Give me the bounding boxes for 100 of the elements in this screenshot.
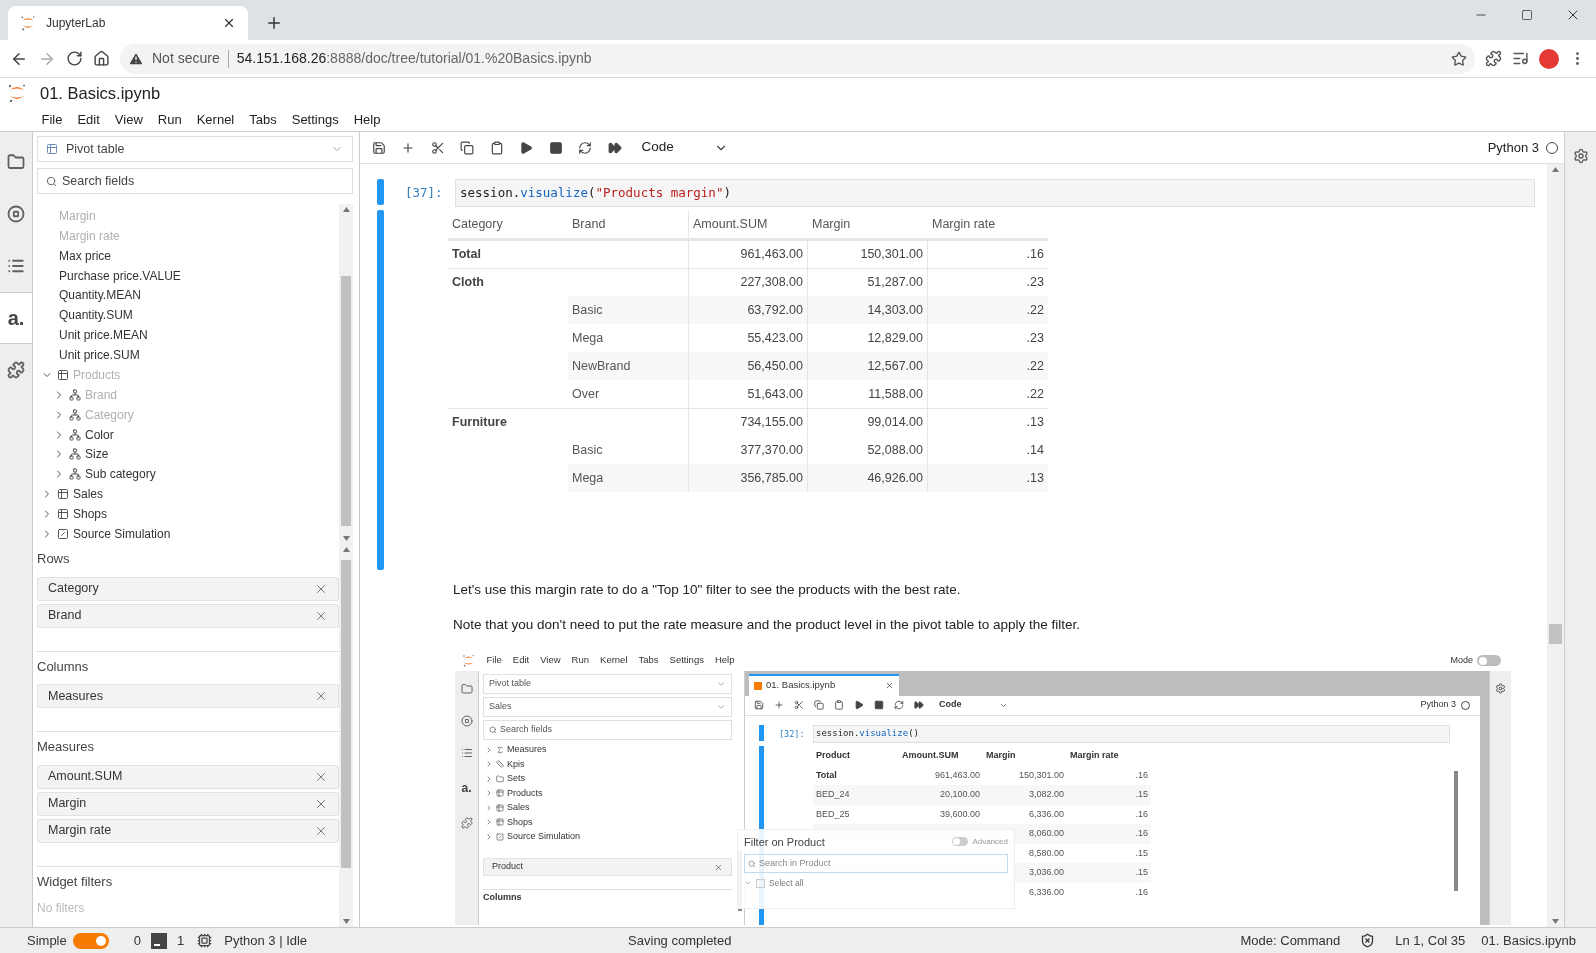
tree-item[interactable]: Measures — [507, 743, 547, 757]
notebook-tab[interactable]: 01. Basics.ipynb — [749, 673, 899, 696]
code-input[interactable]: session.visualize("Products margin") — [455, 179, 1535, 207]
scroll-up-icon[interactable] — [342, 207, 350, 212]
mode-toggle[interactable] — [1477, 655, 1501, 666]
chip-icon[interactable] — [197, 933, 213, 948]
code-input[interactable]: session.visualize() — [813, 724, 1450, 743]
menu-item[interactable]: Settings — [664, 653, 710, 668]
menu-item[interactable]: Help — [346, 109, 388, 130]
field-chip[interactable]: Measures — [37, 684, 339, 708]
cut-icon[interactable] — [794, 700, 804, 710]
cell-type-select[interactable]: Code — [939, 698, 999, 712]
tree-item[interactable]: Shops — [73, 505, 108, 524]
advanced-toggle[interactable] — [952, 837, 969, 847]
browser-tab[interactable]: JupyterLab — [8, 6, 248, 40]
restart-icon[interactable] — [578, 140, 593, 155]
run-icon[interactable] — [854, 700, 864, 710]
run-icon[interactable] — [519, 140, 534, 155]
simple-mode-toggle[interactable] — [72, 932, 109, 949]
cell-collapser-bar[interactable] — [377, 179, 384, 205]
tree-item[interactable]: Unit price.MEAN — [59, 326, 148, 345]
tree-item[interactable]: Unit price.SUM — [59, 346, 140, 365]
menu-item[interactable]: Kernel — [189, 109, 242, 130]
star-icon[interactable] — [1451, 50, 1467, 67]
field-chip[interactable]: Product — [483, 858, 732, 876]
field-chip[interactable]: Amount.SUM — [37, 764, 339, 789]
tree-item[interactable]: Sales — [507, 801, 530, 815]
checkbox[interactable] — [756, 878, 765, 888]
tree-item[interactable]: Sets — [507, 772, 525, 786]
search-field[interactable]: Search fields — [483, 719, 732, 740]
plus-icon[interactable] — [401, 140, 416, 155]
maximize-icon[interactable] — [1521, 9, 1533, 21]
scrollbar-thumb[interactable] — [1549, 624, 1562, 644]
menu-item[interactable]: Tabs — [633, 653, 665, 668]
field-chip[interactable]: Category — [37, 576, 339, 601]
cell-type-select[interactable]: Code — [641, 137, 714, 158]
profile-avatar[interactable] — [1539, 48, 1559, 69]
scrollbar-thumb[interactable] — [341, 560, 351, 868]
menu-item[interactable]: File — [481, 653, 508, 668]
fast-forward-icon[interactable] — [914, 700, 924, 710]
field-chip[interactable]: Margin — [37, 791, 339, 816]
close-icon[interactable] — [222, 16, 236, 30]
menu-item[interactable]: View — [534, 653, 567, 668]
menu-item[interactable]: Run — [566, 653, 595, 668]
tree-item[interactable]: Kpis — [507, 757, 525, 771]
sidebar-tab[interactable]: a. — [0, 292, 32, 344]
tree-item[interactable]: Quantity.MEAN — [59, 286, 141, 305]
scroll-down-icon[interactable] — [342, 536, 350, 541]
plus-icon[interactable] — [774, 700, 784, 710]
new-tab-icon[interactable] — [265, 14, 283, 32]
menu-item[interactable]: Edit — [69, 109, 108, 130]
scroll-down-icon[interactable] — [342, 919, 350, 924]
paste-icon[interactable] — [834, 700, 844, 710]
menu-item[interactable]: Settings — [284, 109, 347, 130]
search-field[interactable]: Search in Product — [744, 854, 1008, 873]
menu-item[interactable]: File — [34, 109, 70, 130]
settings-icon[interactable] — [1495, 682, 1506, 694]
shield-icon[interactable] — [1360, 933, 1376, 948]
stop-icon[interactable] — [874, 700, 884, 710]
extensions-icon[interactable] — [1485, 50, 1502, 67]
menu-item[interactable]: Tabs — [241, 109, 285, 130]
address-bar[interactable]: Not secure 54.151.168.26:8888/doc/tree/tutorial/01.%20Basics.ipynb — [120, 43, 1475, 74]
menu-item[interactable]: View — [107, 109, 151, 130]
terminal-icon[interactable] — [151, 932, 167, 949]
stop-icon[interactable] — [548, 140, 563, 155]
save-icon[interactable] — [754, 700, 764, 710]
tree-item[interactable]: Quantity.SUM — [59, 306, 133, 325]
menu-item[interactable]: Help — [709, 653, 740, 668]
menu-item[interactable]: Edit — [507, 653, 535, 668]
scroll-up-icon[interactable] — [342, 547, 350, 552]
scrollbar-thumb[interactable] — [341, 276, 351, 526]
tree-item[interactable]: Max price — [59, 246, 111, 265]
field-chip[interactable]: Brand — [37, 603, 339, 628]
home-icon[interactable] — [93, 50, 110, 67]
field-chip[interactable]: Margin rate — [37, 818, 339, 843]
copy-icon[interactable] — [814, 700, 824, 710]
copy-icon[interactable] — [460, 140, 475, 155]
menu-item[interactable]: Run — [150, 109, 190, 130]
url-text[interactable]: 54.151.168.26:8888/doc/tree/tutorial/01.%20Basics.ipynb — [236, 48, 592, 69]
tree-item[interactable]: Products — [507, 786, 543, 800]
tree-item[interactable]: Source Simulation — [73, 524, 171, 543]
cell-collapser-bar[interactable] — [377, 210, 384, 570]
scroll-up-icon[interactable] — [1552, 167, 1559, 172]
media-icon[interactable] — [1512, 50, 1529, 67]
tree-item[interactable]: Source Simulation — [507, 830, 581, 844]
widget-select[interactable]: Pivot table — [37, 136, 353, 162]
fast-forward-icon[interactable] — [607, 140, 622, 155]
scrollbar-thumb[interactable] — [1454, 770, 1458, 891]
paste-icon[interactable] — [489, 140, 504, 155]
save-icon[interactable] — [371, 140, 386, 155]
cell-collapser-bar[interactable] — [759, 724, 764, 741]
reload-icon[interactable] — [66, 50, 83, 67]
tree-item[interactable]: Purchase price.VALUE — [59, 266, 181, 285]
scroll-down-icon[interactable] — [1552, 919, 1559, 924]
widget-select[interactable]: Pivot table — [483, 673, 732, 694]
warning-icon[interactable] — [128, 50, 144, 67]
scrollbar-track[interactable] — [1480, 695, 1489, 925]
cut-icon[interactable] — [430, 140, 445, 155]
restart-icon[interactable] — [894, 700, 904, 710]
atoti-tab[interactable]: a. — [461, 778, 472, 797]
